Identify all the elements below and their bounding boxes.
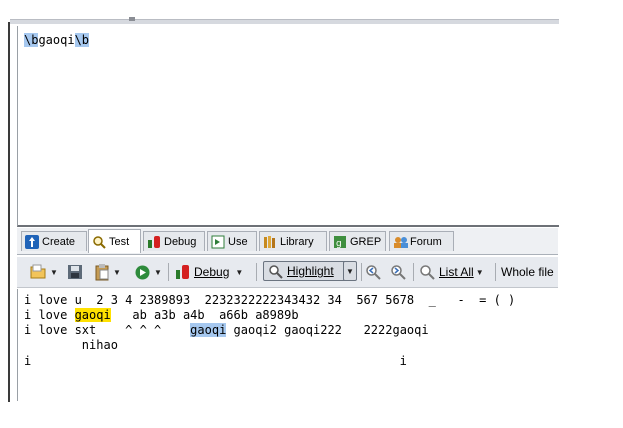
text-run: i i: [24, 354, 407, 368]
scope-label: Whole file: [501, 265, 554, 279]
text-run: gaoqi2 gaoqi222 2222gaoqi: [226, 323, 429, 337]
toolbar-separator: [168, 263, 169, 281]
text-run: i love u 2 3 4 2389893 2232322222343432 …: [24, 293, 516, 307]
scope-select[interactable]: Whole file: [501, 262, 554, 282]
chevron-down-icon[interactable]: ▼: [154, 268, 162, 277]
tab-label: Use: [228, 235, 248, 248]
search-icon: [420, 265, 435, 280]
chevron-down-icon[interactable]: ▼: [113, 268, 121, 277]
highlight-dropdown[interactable]: ▼: [343, 261, 357, 281]
text-run: i love: [24, 308, 75, 322]
magnifier-icon: [269, 264, 283, 279]
tab-label: Library: [280, 235, 314, 248]
previous-match-button[interactable]: [365, 262, 381, 282]
regex-token: gaoqi: [38, 33, 75, 47]
toolbar-separator: [256, 263, 257, 281]
zoom-next-icon: [391, 265, 406, 280]
tab-label: Test: [109, 235, 130, 248]
match-highlight-selected[interactable]: gaoqi: [190, 323, 227, 337]
tab-grep[interactable]: g GREP: [329, 231, 386, 251]
folder-icon: [30, 264, 46, 279]
regex-token: \b: [24, 33, 39, 47]
tab-test[interactable]: Test: [88, 229, 141, 253]
toolbar-separator: [361, 263, 362, 281]
tab-use[interactable]: Use: [207, 231, 257, 251]
magnifier-icon: [92, 235, 106, 249]
test-toolbar: ▼ ▼ ▼ Debug ▼ Highlight ▼ List All ▼ Who…: [17, 257, 558, 288]
regex-token: \b: [74, 33, 90, 47]
subject-line: i love gaoqi ab a3b a4b a66b a8989b: [24, 308, 299, 323]
svg-text:g: g: [336, 239, 342, 249]
subject-line: nihao: [24, 338, 118, 353]
debug-label: Debug: [194, 265, 230, 279]
next-match-button[interactable]: [390, 262, 406, 282]
tab-debug[interactable]: Debug: [143, 231, 205, 251]
subject-line: i love u 2 3 4 2389893 2232322222343432 …: [24, 293, 515, 308]
globe-go-icon: [135, 265, 150, 279]
text-run: ab a3b a4b a66b a8989b: [110, 308, 299, 322]
regex-editor[interactable]: \bgaoqi\b: [17, 26, 559, 227]
chevron-down-icon[interactable]: ▼: [476, 268, 484, 277]
text-run: i love sxt ^ ^ ^: [24, 323, 191, 337]
tab-bar: Create Test Debug Use Library g GREP For…: [17, 228, 558, 255]
regex-pattern: \bgaoqi\b: [24, 33, 90, 47]
save-button[interactable]: [67, 262, 83, 282]
tab-label: Create: [42, 235, 76, 248]
list-all-label: List All: [439, 265, 474, 279]
tab-label: GREP: [350, 235, 382, 248]
tab-create[interactable]: Create: [21, 231, 87, 251]
debug-icon: [176, 265, 189, 279]
subject-line: i i: [24, 354, 407, 369]
grep-icon: g: [333, 235, 347, 249]
use-icon: [211, 235, 225, 249]
tab-label: Forum: [410, 235, 442, 248]
paste-button[interactable]: ▼: [94, 262, 121, 282]
forum-icon: [393, 235, 408, 249]
toolbar-separator: [413, 263, 414, 281]
subject-line: i love sxt ^ ^ ^ gaoqi gaoqi2 gaoqi222 2…: [24, 323, 429, 338]
chevron-down-icon[interactable]: ▼: [50, 268, 58, 277]
match-highlight[interactable]: gaoqi: [74, 308, 111, 322]
chevron-down-icon[interactable]: ▼: [235, 268, 243, 277]
debug-icon: [147, 235, 161, 249]
clipboard-icon: [95, 264, 109, 281]
create-icon: [25, 234, 39, 249]
test-subject-editor[interactable]: i love u 2 3 4 2389893 2232322222343432 …: [17, 289, 559, 401]
tab-library[interactable]: Library: [259, 231, 327, 251]
open-file-button[interactable]: ▼: [29, 262, 58, 282]
splitter-grip[interactable]: [129, 17, 135, 21]
toolbar-separator: [495, 263, 496, 281]
list-all-button[interactable]: List All ▼: [419, 262, 484, 282]
tab-label: Debug: [164, 235, 197, 248]
go-button[interactable]: ▼: [134, 262, 162, 282]
chevron-down-icon: ▼: [346, 266, 354, 276]
save-icon: [68, 265, 82, 279]
zoom-previous-icon: [366, 265, 381, 280]
library-icon: [263, 235, 277, 249]
debug-button[interactable]: Debug ▼: [175, 262, 243, 282]
tab-forum[interactable]: Forum: [389, 231, 454, 251]
text-run: nihao: [24, 338, 118, 352]
highlight-label: Highlight: [287, 264, 334, 278]
